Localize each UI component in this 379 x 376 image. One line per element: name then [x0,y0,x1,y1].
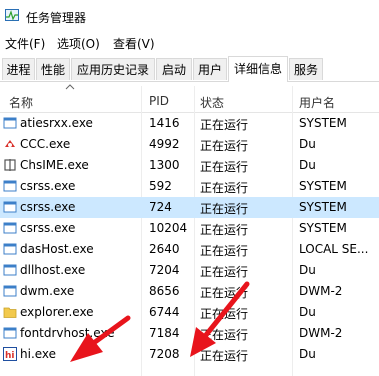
process-name: CCC.exe [20,137,71,151]
hi-app-icon: hi [3,347,17,361]
column-name[interactable]: 名称 [9,94,33,111]
process-status: 正在运行 [200,244,249,258]
menu-bar: 文件(F) 选项(O) 查看(V) [0,33,379,53]
process-user: Du [299,158,316,172]
process-pid: 1416 [149,116,180,130]
process-row[interactable]: ChsIME.exe 1300 正在运行 Du [0,155,379,176]
process-user: Du [299,305,316,319]
process-name: dasHost.exe [20,242,94,256]
process-name: csrss.exe [20,179,76,193]
window-app-icon [3,327,17,339]
window-app-icon [3,180,17,192]
process-user: SYSTEM [299,116,347,130]
process-status: 正在运行 [200,265,249,279]
process-name: hi.exe [20,347,57,361]
process-status: 正在运行 [200,328,249,342]
process-pid: 2640 [149,242,180,256]
process-pid: 10204 [149,221,188,235]
window-title: 任务管理器 [26,11,87,25]
svg-text:hi: hi [5,351,15,361]
process-row[interactable]: dasHost.exe 2640 正在运行 LOCAL SE... [0,239,379,260]
process-row[interactable]: explorer.exe 6744 正在运行 Du [0,302,379,323]
task-manager-icon [5,9,19,21]
process-status: 正在运行 [200,202,249,216]
process-user: Du [299,137,316,151]
folder-icon [3,307,17,318]
menu-file[interactable]: 文件(F) [5,35,45,52]
process-row[interactable]: csrss.exe 724 正在运行 SYSTEM [0,197,379,218]
tab-details[interactable]: 详细信息 [228,56,288,82]
tab-performance[interactable]: 性能 [36,58,70,80]
process-pid: 724 [149,200,172,214]
process-row[interactable]: CCC.exe 4992 正在运行 Du [0,134,379,155]
process-status: 正在运行 [200,118,249,132]
process-status: 正在运行 [200,181,249,195]
process-user: SYSTEM [299,179,347,193]
process-user: SYSTEM [299,200,347,214]
process-name: fontdrvhost.exe [20,326,115,340]
process-pid: 4992 [149,137,180,151]
window-app-icon [3,117,17,129]
process-status: 正在运行 [200,139,249,153]
column-status[interactable]: 状态 [200,94,224,111]
process-status: 正在运行 [200,223,249,237]
window-app-icon [3,285,17,297]
window-app-icon [3,222,17,234]
tab-users[interactable]: 用户 [193,58,227,80]
title-bar: 任务管理器 [0,0,379,32]
process-row[interactable]: csrss.exe 592 正在运行 SYSTEM [0,176,379,197]
window-app-icon [3,201,17,213]
process-status: 正在运行 [200,307,249,321]
menu-view[interactable]: 查看(V) [113,35,155,52]
process-status: 正在运行 [200,160,249,174]
process-user: SYSTEM [299,221,347,235]
process-pid: 592 [149,179,172,193]
ime-icon [4,159,16,171]
process-status: 正在运行 [200,349,249,363]
process-status: 正在运行 [200,286,249,300]
process-name: csrss.exe [20,221,76,235]
catalyst-icon [5,140,15,147]
tab-processes[interactable]: 进程 [2,58,35,80]
column-header: 名称 PID 状态 用户名 [0,82,379,113]
process-row[interactable]: dllhost.exe 7204 正在运行 Du [0,260,379,281]
process-user: DWM-2 [299,284,343,298]
process-name: explorer.exe [20,305,94,319]
process-user: DWM-2 [299,326,343,340]
column-pid[interactable]: PID [149,94,169,108]
process-pid: 7208 [149,347,180,361]
process-user: LOCAL SE... [299,242,369,256]
process-name: dllhost.exe [20,263,86,277]
menu-options[interactable]: 选项(O) [57,35,100,52]
process-name: csrss.exe [20,200,76,214]
column-username[interactable]: 用户名 [299,94,335,111]
process-name: atiesrxx.exe [20,116,93,130]
process-pid: 6744 [149,305,180,319]
process-row[interactable]: hi hi.exe 7208 正在运行 Du [0,344,379,365]
process-name: ChsIME.exe [20,158,89,172]
process-row[interactable]: dwm.exe 8656 正在运行 DWM-2 [0,281,379,302]
tab-startup[interactable]: 启动 [156,58,192,80]
tab-strip: 进程 性能 应用历史记录 启动 用户 详细信息 服务 [0,56,379,82]
process-name: dwm.exe [20,284,75,298]
process-pid: 7184 [149,326,180,340]
process-pid: 1300 [149,158,180,172]
process-row[interactable]: fontdrvhost.exe 7184 正在运行 DWM-2 [0,323,379,344]
process-user: Du [299,347,316,361]
window-app-icon [3,264,17,276]
process-row[interactable]: csrss.exe 10204 正在运行 SYSTEM [0,218,379,239]
process-user: Du [299,263,316,277]
tab-app-history[interactable]: 应用历史记录 [71,58,155,80]
window-app-icon [3,243,17,255]
process-pid: 8656 [149,284,180,298]
process-pid: 7204 [149,263,180,277]
tab-services[interactable]: 服务 [289,58,323,80]
process-row[interactable]: atiesrxx.exe 1416 正在运行 SYSTEM [0,113,379,134]
